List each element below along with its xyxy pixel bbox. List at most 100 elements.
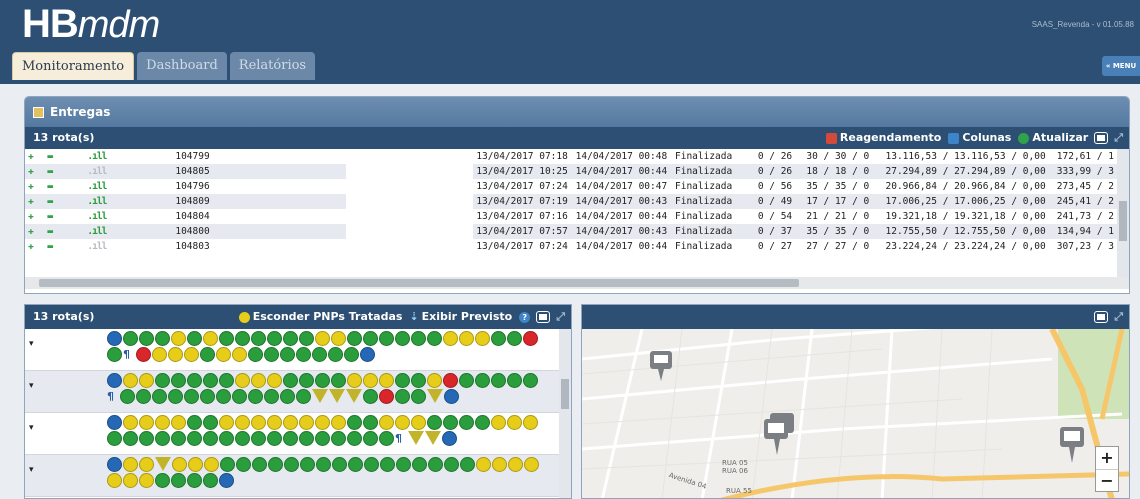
pnp-status-dot[interactable] <box>139 431 154 446</box>
pnp-status-dot[interactable] <box>364 457 379 472</box>
pnp-status-dot[interactable] <box>136 347 151 362</box>
pnp-status-dot[interactable] <box>379 431 394 446</box>
cutlery-icon[interactable]: ¶ <box>107 389 119 404</box>
pnp-status-dot[interactable] <box>428 457 443 472</box>
pnp-status-dot[interactable] <box>347 331 362 346</box>
pnp-status-dot[interactable] <box>331 373 346 388</box>
pnp-status-dot[interactable] <box>523 331 538 346</box>
expand-icon[interactable]: ⤢ <box>556 305 565 329</box>
pnp-status-dot[interactable] <box>331 431 346 446</box>
pnp-status-dot[interactable] <box>123 431 138 446</box>
pnp-status-dot[interactable] <box>491 331 506 346</box>
table-row[interactable]: ✚ ▬ .ıll 104809 13/04/2017 07:19 14/04/2017 0… <box>25 194 1117 209</box>
esconder-pnps-button[interactable]: Esconder PNPs Tratadas <box>238 305 402 329</box>
cutlery-icon[interactable]: ¶ <box>123 347 135 362</box>
pnp-status-dot[interactable] <box>267 373 282 388</box>
pnp-status-dot[interactable] <box>507 415 522 430</box>
minimize-icon[interactable] <box>536 311 551 323</box>
pnp-status-dot[interactable] <box>267 431 282 446</box>
routes-hscroll[interactable] <box>25 277 1129 289</box>
pnp-status-dot[interactable] <box>251 373 266 388</box>
pnp-status-dot[interactable] <box>284 457 299 472</box>
pnp-status-dot[interactable] <box>107 457 122 472</box>
pnp-status-dot[interactable] <box>411 415 426 430</box>
table-row[interactable]: ✚ ▬ .ıll 104799 13/04/2017 07:18 14/04/2017 0… <box>25 149 1117 164</box>
pnp-status-dot[interactable] <box>360 347 375 362</box>
pnp-status-dot[interactable] <box>329 389 345 403</box>
pnp-status-dot[interactable] <box>283 415 298 430</box>
pnp-status-dot[interactable] <box>120 389 135 404</box>
pnp-status-dot[interactable] <box>203 331 218 346</box>
pnp-status-dot[interactable] <box>427 415 442 430</box>
pnp-status-dot[interactable] <box>523 415 538 430</box>
pnp-status-dot[interactable] <box>219 331 234 346</box>
pnp-status-dot[interactable] <box>299 331 314 346</box>
pnp-status-dot[interactable] <box>507 373 522 388</box>
pnp-status-dot[interactable] <box>139 457 154 472</box>
pnp-status-dot[interactable] <box>444 389 459 404</box>
pnp-status-dot[interactable] <box>235 331 250 346</box>
table-row[interactable]: ✚ ▬ .ıll 104804 13/04/2017 07:16 14/04/2017 0… <box>25 209 1117 224</box>
tab-monitoramento[interactable]: Monitoramento <box>12 52 135 80</box>
pnp-route-row[interactable]: ▾ <box>25 455 561 497</box>
pnp-status-dot[interactable] <box>264 389 279 404</box>
pnp-status-dot[interactable] <box>443 331 458 346</box>
pnp-status-dot[interactable] <box>363 389 378 404</box>
pnp-status-dot[interactable] <box>184 347 199 362</box>
pnp-status-dot[interactable] <box>476 457 491 472</box>
pnp-status-dot[interactable] <box>168 347 183 362</box>
pnp-status-dot[interactable] <box>312 389 328 403</box>
pnp-status-dot[interactable] <box>155 473 170 488</box>
pnp-status-dot[interactable] <box>363 431 378 446</box>
pnp-status-dot[interactable] <box>280 389 295 404</box>
pnp-status-dot[interactable] <box>347 431 362 446</box>
pnp-status-dot[interactable] <box>363 331 378 346</box>
expand-caret-icon[interactable]: ▾ <box>29 339 34 349</box>
pnp-status-dot[interactable] <box>395 331 410 346</box>
pnp-status-dot[interactable] <box>491 415 506 430</box>
pnp-status-dot[interactable] <box>315 415 330 430</box>
pnp-status-dot[interactable] <box>363 373 378 388</box>
expand-caret-icon[interactable]: ▾ <box>29 465 34 475</box>
pnp-status-dot[interactable] <box>315 373 330 388</box>
tab-relatorios[interactable]: Relatórios <box>229 52 316 80</box>
pnp-status-dot[interactable] <box>139 373 154 388</box>
pnp-status-dot[interactable] <box>216 347 231 362</box>
pnp-status-dot[interactable] <box>172 457 187 472</box>
pnp-status-dot[interactable] <box>331 415 346 430</box>
pnp-status-dot[interactable] <box>232 347 247 362</box>
pnp-status-dot[interactable] <box>475 373 490 388</box>
pnp-status-dot[interactable] <box>187 431 202 446</box>
pnp-status-dot[interactable] <box>188 457 203 472</box>
pnp-status-dot[interactable] <box>328 347 343 362</box>
pnp-status-dot[interactable] <box>232 389 247 404</box>
pnp-status-dot[interactable] <box>442 431 457 446</box>
pnp-status-dot[interactable] <box>171 331 186 346</box>
pnp-status-dot[interactable] <box>348 457 363 472</box>
pnp-status-dot[interactable] <box>425 431 441 445</box>
pnp-status-dot[interactable] <box>219 473 234 488</box>
pnp-status-dot[interactable] <box>248 389 263 404</box>
pnp-status-dot[interactable] <box>411 389 426 404</box>
pnp-status-dot[interactable] <box>411 373 426 388</box>
pnp-status-dot[interactable] <box>363 415 378 430</box>
zoom-in-button[interactable]: + <box>1096 447 1118 469</box>
pnp-status-dot[interactable] <box>123 415 138 430</box>
pnp-status-dot[interactable] <box>347 415 362 430</box>
pnp-status-dot[interactable] <box>187 473 202 488</box>
pnp-status-dot[interactable] <box>107 431 122 446</box>
pnp-status-dot[interactable] <box>123 473 138 488</box>
pnp-status-dot[interactable] <box>203 415 218 430</box>
pnp-status-dot[interactable] <box>123 331 138 346</box>
pnp-status-dot[interactable] <box>252 457 267 472</box>
pnp-status-dot[interactable] <box>475 415 490 430</box>
pnp-status-dot[interactable] <box>331 331 346 346</box>
pnp-status-dot[interactable] <box>171 415 186 430</box>
pnp-status-dot[interactable] <box>107 347 122 362</box>
pnp-status-dot[interactable] <box>523 373 538 388</box>
expand-caret-icon[interactable]: ▾ <box>29 381 34 391</box>
pnp-status-dot[interactable] <box>507 331 522 346</box>
pnp-status-dot[interactable] <box>296 347 311 362</box>
pnp-status-dot[interactable] <box>123 373 138 388</box>
cutlery-icon[interactable]: ¶ <box>395 431 407 446</box>
